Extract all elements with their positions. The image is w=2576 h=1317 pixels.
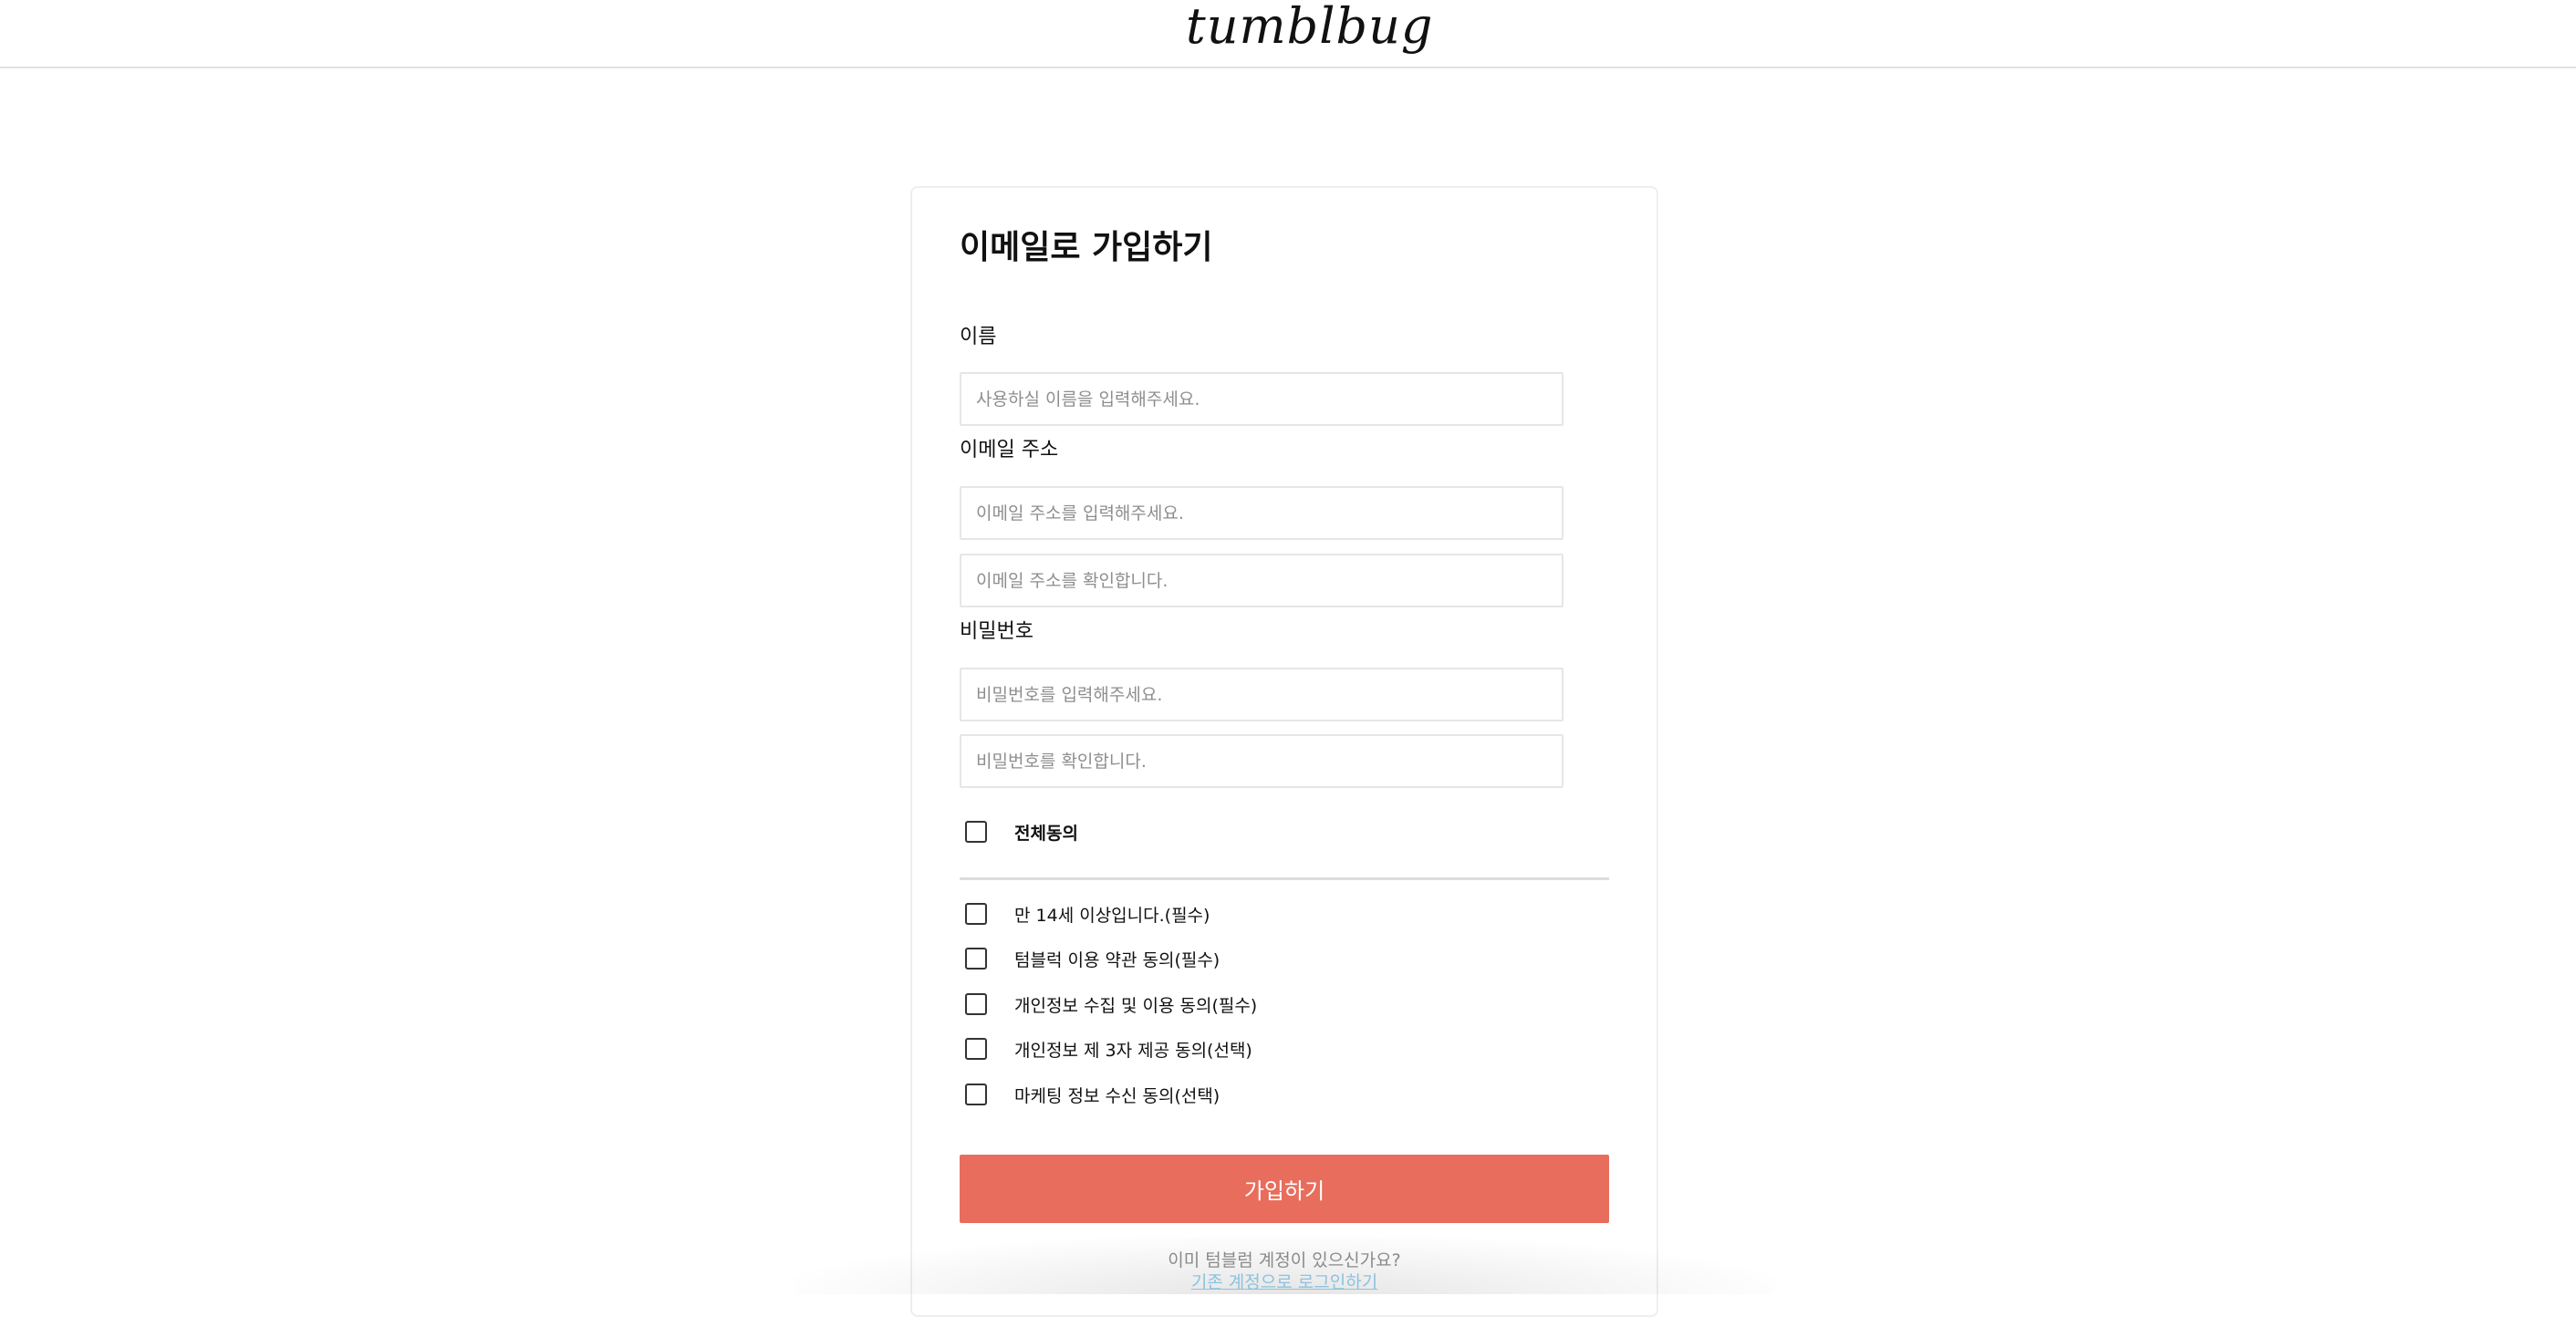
agree-all-row[interactable]: 전체동의	[965, 816, 1078, 847]
email-confirm-input[interactable]	[960, 554, 1563, 607]
agree-all-checkbox[interactable]	[965, 821, 987, 843]
agree-marketing-row[interactable]: 마케팅 정보 수신 동의(선택)	[965, 1079, 1220, 1110]
agree-age-row[interactable]: 만 14세 이상입니다.(필수)	[965, 898, 1210, 929]
agree-privacy-label: 개인정보 수집 및 이용 동의(필수)	[1014, 995, 1258, 1016]
agree-marketing-checkbox[interactable]	[965, 1084, 987, 1105]
agree-privacy-row[interactable]: 개인정보 수집 및 이용 동의(필수)	[965, 989, 1257, 1020]
agree-age-checkbox[interactable]	[965, 903, 987, 925]
agreements-divider	[960, 877, 1609, 880]
agree-terms-row[interactable]: 텀블럭 이용 약관 동의(필수)	[965, 943, 1220, 974]
name-label: 이름	[960, 326, 997, 348]
name-input[interactable]	[960, 372, 1563, 426]
password-input[interactable]	[960, 668, 1563, 721]
tumblbug-logo[interactable]: tumblbug	[1186, 0, 1432, 58]
agree-third-party-checkbox[interactable]	[965, 1038, 987, 1060]
agree-third-party-label: 개인정보 제 3자 제공 동의(선택)	[1014, 1040, 1252, 1061]
agree-all-label: 전체동의	[1014, 823, 1078, 844]
password-confirm-input[interactable]	[960, 734, 1563, 788]
email-label: 이메일 주소	[960, 439, 1059, 461]
agree-marketing-label: 마케팅 정보 수신 동의(선택)	[1014, 1085, 1220, 1106]
agree-privacy-checkbox[interactable]	[965, 993, 987, 1015]
email-input[interactable]	[960, 486, 1563, 540]
agree-terms-label: 텀블럭 이용 약관 동의(필수)	[1014, 949, 1220, 970]
page-title: 이메일로 가입하기	[960, 229, 1213, 266]
password-label: 비밀번호	[960, 620, 1034, 643]
agree-terms-checkbox[interactable]	[965, 948, 987, 970]
agree-third-party-row[interactable]: 개인정보 제 3자 제공 동의(선택)	[965, 1033, 1252, 1064]
login-link[interactable]: 기존 계정으로 로그인하기	[960, 1270, 1609, 1295]
site-header: tumblbug	[0, 0, 2576, 68]
agree-age-label: 만 14세 이상입니다.(필수)	[1014, 905, 1210, 926]
signup-button[interactable]: 가입하기	[960, 1155, 1609, 1223]
